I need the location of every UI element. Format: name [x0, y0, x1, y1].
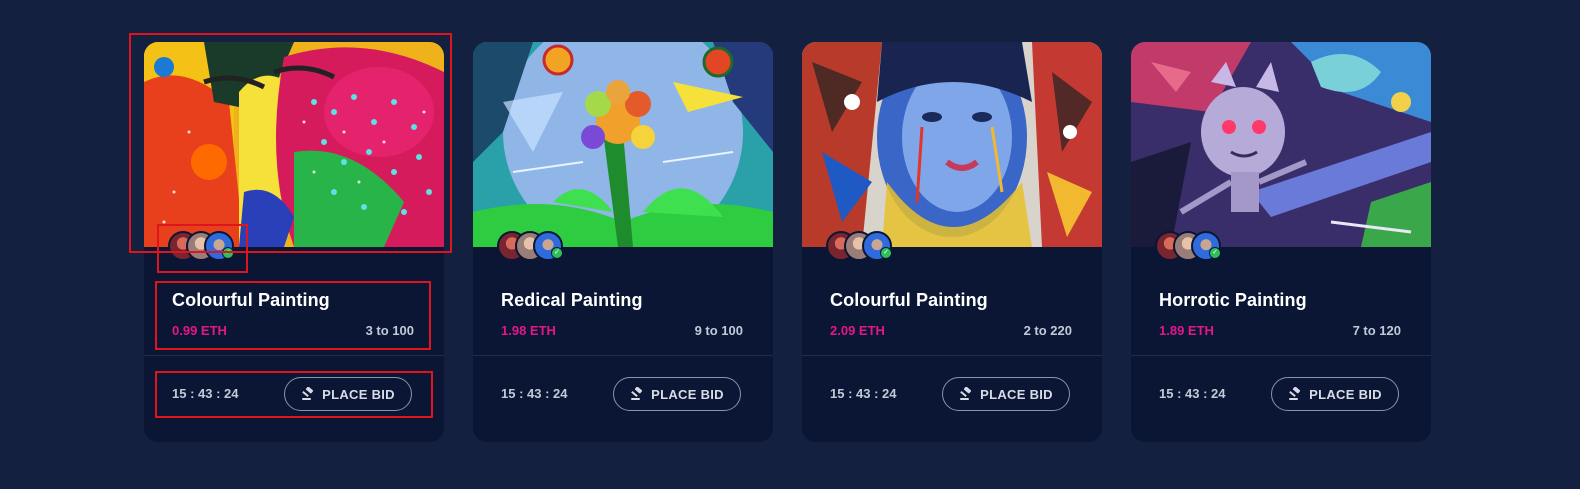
- price: 0.99 ETH: [172, 323, 227, 338]
- avatar[interactable]: ✓: [204, 231, 234, 261]
- bid-range: 9 to 100: [694, 323, 743, 338]
- bid-range: 3 to 100: [365, 323, 414, 338]
- check-badge-icon: ✓: [551, 247, 563, 259]
- nft-image[interactable]: [1131, 42, 1431, 247]
- place-bid-label: PLACE BID: [322, 386, 395, 402]
- price: 1.89 ETH: [1159, 323, 1214, 338]
- card-title[interactable]: Colourful Painting: [830, 290, 988, 311]
- place-bid-button[interactable]: PLACE BID: [613, 377, 741, 411]
- place-bid-label: PLACE BID: [1309, 386, 1382, 402]
- bid-range: 7 to 120: [1352, 323, 1401, 338]
- owner-avatars[interactable]: ✓: [497, 231, 563, 263]
- divider: [1131, 355, 1431, 356]
- check-badge-icon: ✓: [1209, 247, 1221, 259]
- nft-auction-section: ✓ Colourful Painting 0.99 ETH 3 to 100 1…: [0, 0, 1580, 489]
- place-bid-button[interactable]: PLACE BID: [942, 377, 1070, 411]
- divider: [144, 355, 444, 356]
- countdown-timer: 15 : 43 : 24: [830, 386, 897, 401]
- avatar[interactable]: ✓: [533, 231, 563, 261]
- place-bid-label: PLACE BID: [651, 386, 724, 402]
- avatar[interactable]: ✓: [862, 231, 892, 261]
- countdown-timer: 15 : 43 : 24: [1159, 386, 1226, 401]
- nft-image[interactable]: [144, 42, 444, 247]
- countdown-timer: 15 : 43 : 24: [172, 386, 239, 401]
- card-grid: ✓ Colourful Painting 0.99 ETH 3 to 100 1…: [144, 42, 1431, 442]
- bid-range: 2 to 220: [1023, 323, 1072, 338]
- owner-avatars[interactable]: ✓: [168, 231, 234, 263]
- gavel-icon: [960, 387, 972, 400]
- card-title[interactable]: Horrotic Painting: [1159, 290, 1307, 311]
- owner-avatars[interactable]: ✓: [826, 231, 892, 263]
- place-bid-button[interactable]: PLACE BID: [284, 377, 412, 411]
- divider: [473, 355, 773, 356]
- card-title[interactable]: Colourful Painting: [172, 290, 330, 311]
- gavel-icon: [1289, 387, 1301, 400]
- check-badge-icon: ✓: [222, 247, 234, 259]
- gavel-icon: [631, 387, 643, 400]
- nft-image[interactable]: [473, 42, 773, 247]
- nft-image[interactable]: [802, 42, 1102, 247]
- place-bid-label: PLACE BID: [980, 386, 1053, 402]
- place-bid-button[interactable]: PLACE BID: [1271, 377, 1399, 411]
- countdown-timer: 15 : 43 : 24: [501, 386, 568, 401]
- avatar[interactable]: ✓: [1191, 231, 1221, 261]
- owner-avatars[interactable]: ✓: [1155, 231, 1221, 263]
- price: 2.09 ETH: [830, 323, 885, 338]
- nft-card[interactable]: ✓ Horrotic Painting 1.89 ETH 7 to 120 15…: [1131, 42, 1431, 442]
- nft-card[interactable]: ✓ Redical Painting 1.98 ETH 9 to 100 15 …: [473, 42, 773, 442]
- gavel-icon: [302, 387, 314, 400]
- divider: [802, 355, 1102, 356]
- check-badge-icon: ✓: [880, 247, 892, 259]
- nft-card[interactable]: ✓ Colourful Painting 2.09 ETH 2 to 220 1…: [802, 42, 1102, 442]
- card-title[interactable]: Redical Painting: [501, 290, 643, 311]
- nft-card[interactable]: ✓ Colourful Painting 0.99 ETH 3 to 100 1…: [144, 42, 444, 442]
- price: 1.98 ETH: [501, 323, 556, 338]
